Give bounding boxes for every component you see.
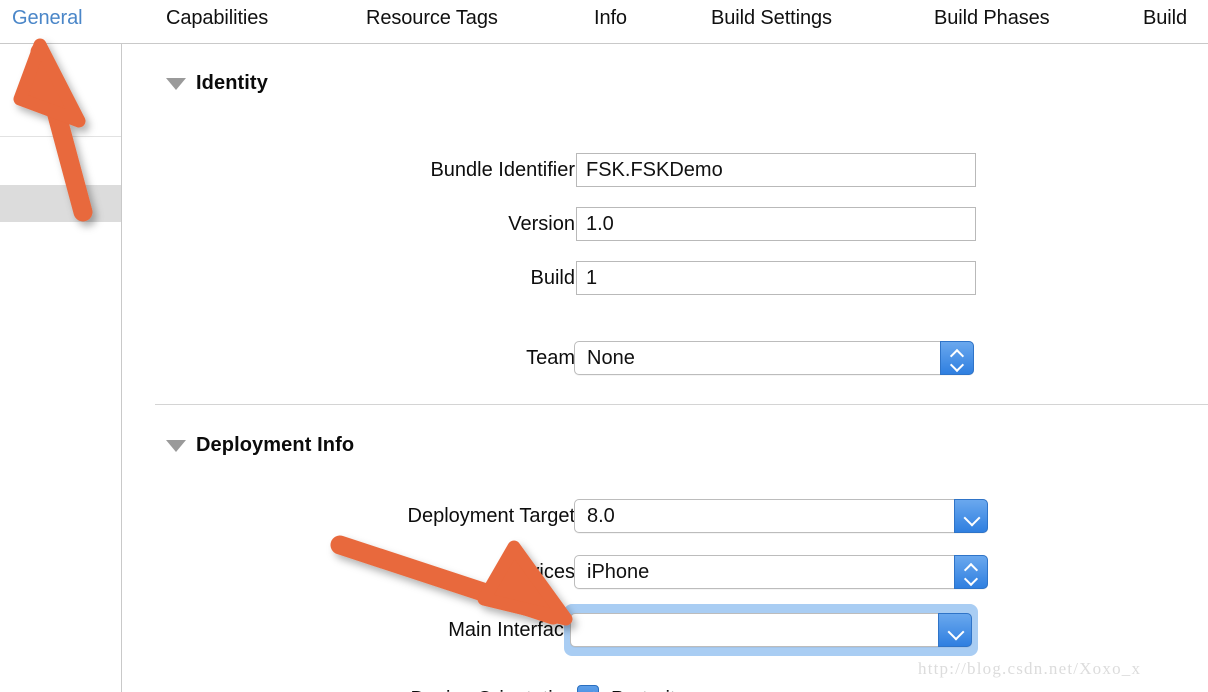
label-deployment-target: Deployment Target (407, 505, 576, 527)
section-divider (155, 404, 1208, 405)
section-header-identity[interactable]: Identity (166, 72, 268, 95)
row-main-interface: Main Interface (250, 613, 575, 647)
project-navigator-sidebar: o o (0, 44, 122, 692)
section-title-identity: Identity (196, 72, 268, 94)
chevron-down-icon (965, 573, 978, 580)
chevron-down-icon (965, 513, 978, 520)
checkbox-portrait[interactable] (577, 685, 599, 692)
row-team: Team (250, 341, 575, 375)
chevron-up-icon (965, 564, 978, 571)
team-popup-stepper[interactable] (940, 341, 974, 375)
row-build: Build (250, 261, 575, 295)
label-main-interface: Main Interface (448, 619, 575, 641)
disclosure-triangle-down-icon[interactable] (166, 77, 186, 90)
label-device-orientation: Device Orientation (410, 682, 575, 692)
input-build[interactable]: 1 (576, 261, 976, 295)
chevron-down-icon (951, 359, 964, 366)
value-team: None (587, 347, 635, 369)
sidebar-row-project[interactable]: o (0, 99, 121, 136)
label-portrait: Portrait (611, 682, 675, 692)
chevron-down-icon (949, 627, 962, 634)
value-deployment-target: 8.0 (587, 505, 615, 527)
popup-team[interactable]: None (574, 341, 974, 375)
tab-capabilities[interactable]: Capabilities (166, 4, 268, 32)
row-devices: Devices (250, 555, 575, 589)
tab-build-rules[interactable]: Build (1143, 4, 1187, 32)
input-bundle-identifier[interactable]: FSK.FSKDemo (576, 153, 976, 187)
main-interface-dropdown-button[interactable] (938, 613, 972, 647)
devices-popup-stepper[interactable] (954, 555, 988, 589)
label-bundle-identifier: Bundle Identifier (430, 159, 575, 181)
tab-resource-tags[interactable]: Resource Tags (366, 4, 498, 32)
watermark: http://blog.csdn.net/Xoxo_x (918, 659, 1142, 678)
row-bundle-identifier: Bundle Identifier (250, 153, 575, 187)
chevron-up-icon (951, 350, 964, 357)
value-build: 1 (586, 267, 598, 289)
combo-deployment-target[interactable]: 8.0 (574, 499, 988, 533)
tab-build-settings[interactable]: Build Settings (711, 4, 832, 32)
row-version: Version (250, 207, 575, 241)
section-title-deployment-info: Deployment Info (196, 434, 355, 456)
row-deployment-target: Deployment Target (250, 499, 576, 533)
sidebar-row-target[interactable]: o (0, 185, 121, 222)
value-devices: iPhone (587, 561, 650, 583)
sidebar-divider (0, 136, 121, 137)
label-version: Version (508, 213, 575, 235)
tab-info[interactable]: Info (594, 4, 627, 32)
popup-devices[interactable]: iPhone (574, 555, 988, 589)
disclosure-triangle-down-icon[interactable] (166, 439, 186, 452)
deployment-target-dropdown-button[interactable] (954, 499, 988, 533)
target-editor-content: Identity Bundle Identifier FSK.FSKDemo V… (122, 44, 1208, 692)
section-header-deployment-info[interactable]: Deployment Info (166, 434, 354, 457)
input-version[interactable]: 1.0 (576, 207, 976, 241)
row-device-orientation: Device Orientation (250, 682, 575, 692)
label-build: Build (530, 267, 575, 289)
combo-main-interface[interactable] (570, 613, 972, 647)
label-devices: Devices (503, 561, 575, 583)
value-bundle-identifier: FSK.FSKDemo (586, 159, 723, 181)
tab-general[interactable]: General (12, 4, 83, 32)
tab-build-phases[interactable]: Build Phases (934, 4, 1050, 32)
label-team: Team (526, 347, 575, 369)
value-version: 1.0 (586, 213, 614, 235)
target-editor-tabbar: General Capabilities Resource Tags Info … (0, 0, 1208, 44)
